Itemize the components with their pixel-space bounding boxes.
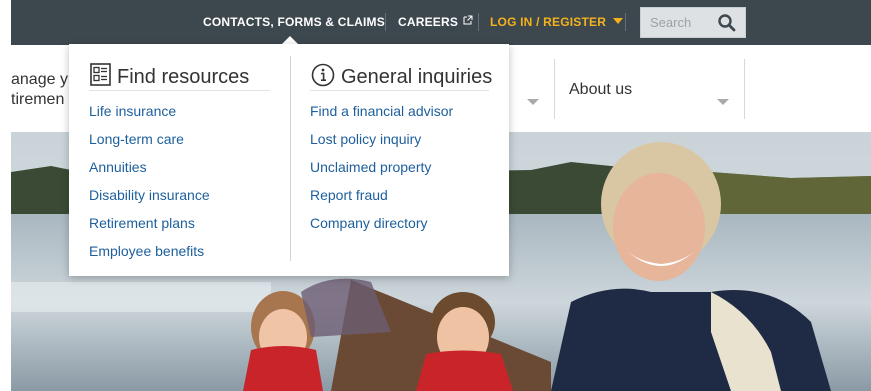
careers-label: CAREERS (398, 15, 459, 29)
lost-policy-inquiry-link[interactable]: Lost policy inquiry (310, 131, 421, 147)
search-box (640, 7, 746, 38)
general-inquiries-title: General inquiries (341, 65, 493, 88)
login-register-link[interactable]: LOG IN / REGISTER (490, 15, 624, 29)
utility-separator (385, 13, 386, 31)
nav-divider (744, 59, 745, 119)
chevron-down-icon[interactable] (527, 99, 539, 105)
search-icon[interactable] (717, 13, 737, 33)
contacts-forms-claims-link[interactable]: CONTACTS, FORMS & CLAIMS (203, 15, 385, 29)
dropdown-pointer (282, 36, 298, 44)
utility-separator (478, 13, 479, 31)
search-input[interactable] (641, 8, 726, 37)
find-resources-heading: Find resources (90, 62, 249, 92)
careers-link[interactable]: CAREERS (398, 15, 473, 29)
utility-bar: CONTACTS, FORMS & CLAIMS CAREERS LOG IN … (11, 0, 871, 45)
about-us-nav-item[interactable]: About us (569, 81, 632, 99)
chevron-down-icon[interactable] (717, 99, 729, 105)
disability-insurance-link[interactable]: Disability insurance (89, 187, 210, 203)
long-term-care-link[interactable]: Long-term care (89, 131, 184, 147)
utility-separator (625, 13, 626, 31)
find-financial-advisor-link[interactable]: Find a financial advisor (310, 103, 453, 119)
life-insurance-link[interactable]: Life insurance (89, 103, 176, 119)
company-directory-link[interactable]: Company directory (310, 215, 428, 231)
nav-partial-text: tiremen (11, 91, 65, 108)
general-inquiries-heading: General inquiries (311, 62, 492, 92)
heading-rule (310, 90, 489, 91)
retirement-plans-link[interactable]: Retirement plans (89, 215, 195, 231)
left-edge (0, 0, 11, 391)
find-resources-title: Find resources (117, 65, 250, 88)
heading-rule (89, 90, 270, 91)
nav-partial-text: anage y (11, 71, 68, 88)
employee-benefits-link[interactable]: Employee benefits (89, 243, 204, 259)
external-link-icon (463, 15, 473, 28)
contacts-dropdown-menu: Find resources Life insurance Long-term … (69, 44, 509, 276)
nav-divider (554, 59, 555, 119)
report-fraud-link[interactable]: Report fraud (310, 187, 388, 203)
login-label: LOG IN / REGISTER (490, 15, 607, 29)
info-circle-icon (311, 63, 335, 92)
column-divider (290, 56, 291, 261)
annuities-link[interactable]: Annuities (89, 159, 147, 175)
chevron-down-icon (613, 18, 624, 24)
unclaimed-property-link[interactable]: Unclaimed property (310, 159, 431, 175)
document-list-icon (90, 63, 111, 91)
